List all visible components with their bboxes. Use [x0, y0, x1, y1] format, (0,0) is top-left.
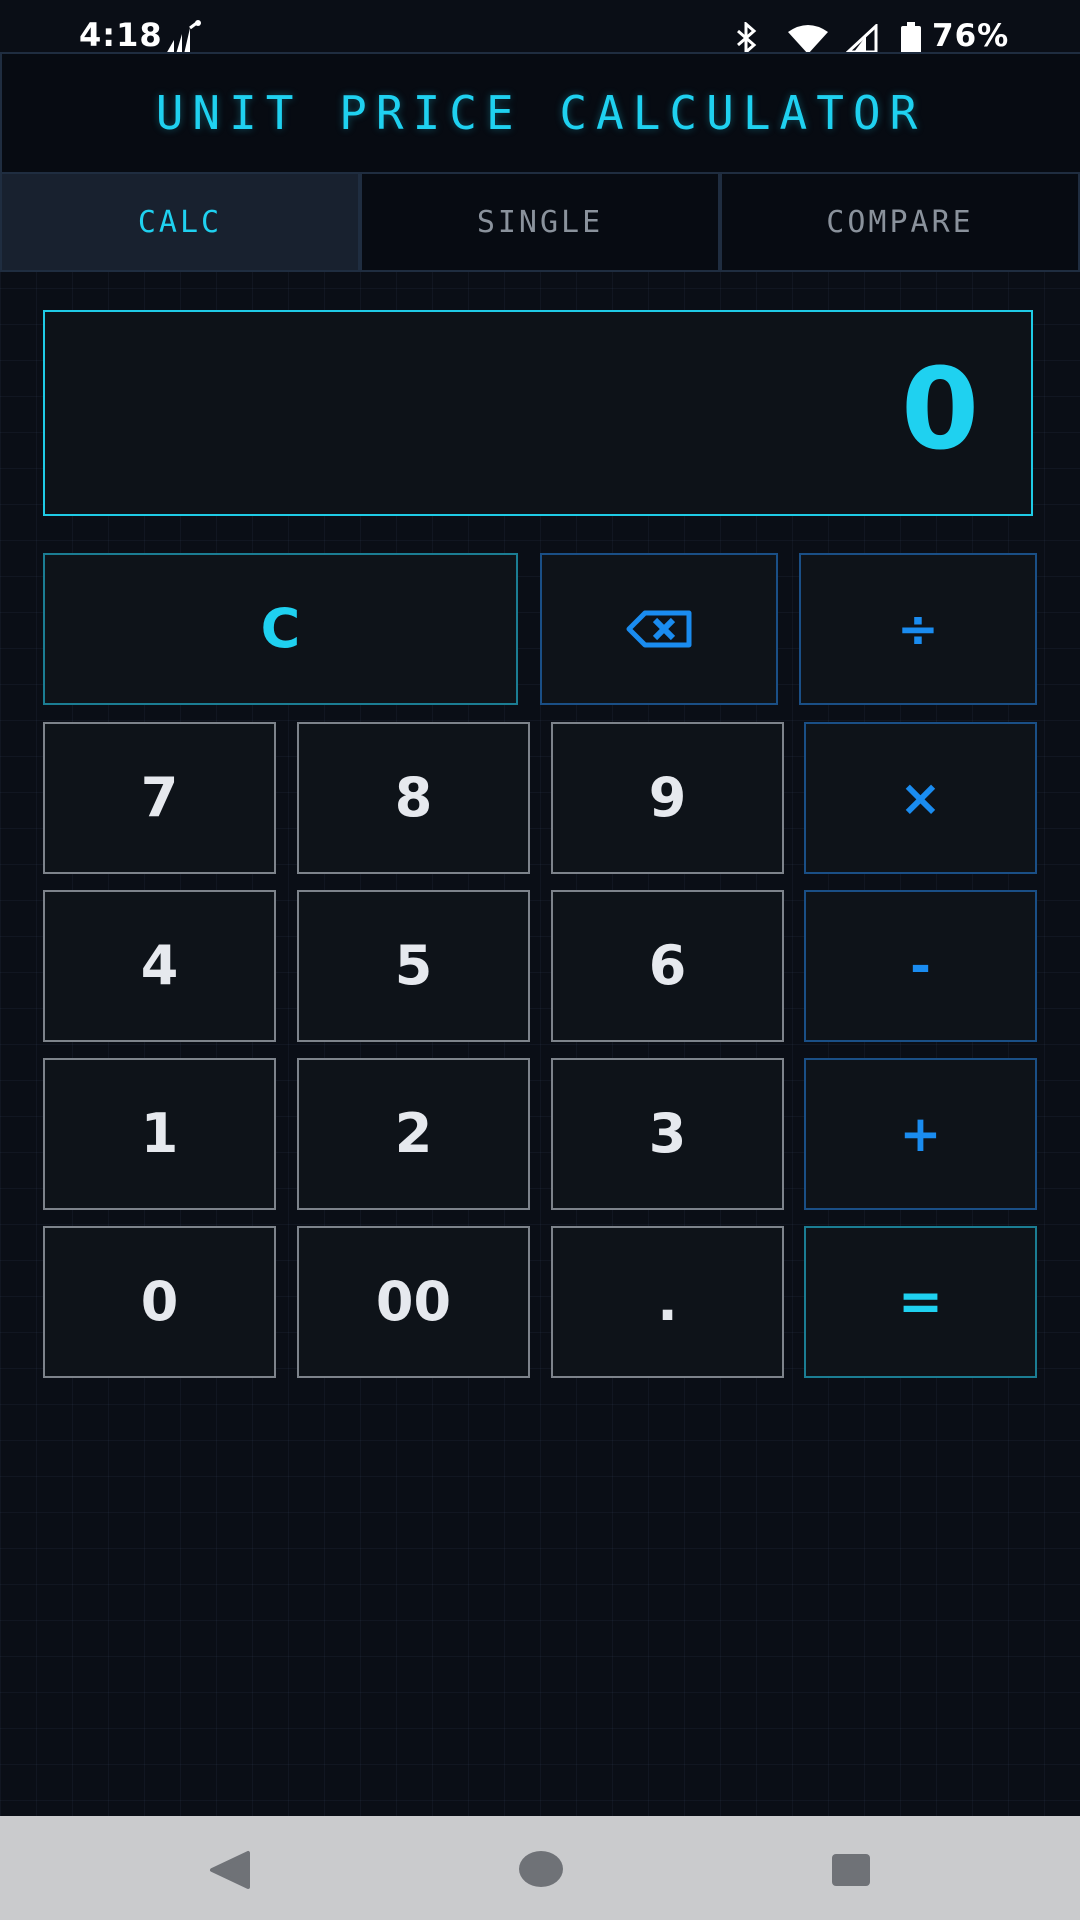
backspace-icon	[626, 610, 692, 648]
tab-bar: CALC SINGLE COMPARE	[0, 172, 1080, 276]
digit-8-label: 8	[394, 766, 433, 829]
back-icon[interactable]	[208, 1850, 252, 1890]
add-label: +	[899, 1105, 942, 1163]
digit-1-button[interactable]: 1	[43, 1058, 276, 1210]
backspace-button[interactable]	[540, 553, 778, 705]
multiply-label: ×	[899, 769, 942, 827]
digit-4-button[interactable]: 4	[43, 890, 276, 1042]
recents-icon[interactable]	[830, 1852, 872, 1888]
status-bar: 4:18 76%	[0, 0, 1080, 55]
digit-6-label: 6	[648, 934, 687, 997]
calculator-display: 0	[43, 310, 1033, 516]
divide-button[interactable]: ÷	[799, 553, 1037, 705]
double-zero-label: 00	[375, 1270, 452, 1333]
multiply-button[interactable]: ×	[804, 722, 1037, 874]
subtract-label: -	[910, 937, 931, 995]
digit-1-label: 1	[140, 1102, 179, 1165]
clear-label: C	[260, 597, 301, 660]
equals-label: =	[897, 1270, 944, 1333]
subtract-button[interactable]: -	[804, 890, 1037, 1042]
digit-9-button[interactable]: 9	[551, 722, 784, 874]
equals-button[interactable]: =	[804, 1226, 1037, 1378]
digit-0-button[interactable]: 0	[43, 1226, 276, 1378]
tab-compare[interactable]: COMPARE	[720, 172, 1080, 272]
digit-3-button[interactable]: 3	[551, 1058, 784, 1210]
status-time: 4:18	[79, 16, 163, 54]
tab-calc[interactable]: CALC	[0, 172, 360, 272]
divide-label: ÷	[897, 600, 939, 658]
digit-4-label: 4	[140, 934, 179, 997]
add-button[interactable]: +	[804, 1058, 1037, 1210]
digit-5-label: 5	[394, 934, 433, 997]
digit-2-label: 2	[394, 1102, 433, 1165]
digit-9-label: 9	[648, 766, 687, 829]
cellular-signal-icon	[846, 24, 878, 54]
digit-7-label: 7	[140, 766, 179, 829]
calculator-screen: 4:18 76% UNIT PRICE CALCULATOR CALC SING…	[0, 0, 1080, 1920]
home-icon[interactable]	[518, 1850, 564, 1888]
decimal-label: .	[657, 1270, 678, 1333]
digit-3-label: 3	[648, 1102, 687, 1165]
battery-percent: 76%	[932, 18, 1010, 54]
bluetooth-icon	[737, 22, 757, 54]
digit-0-label: 0	[140, 1270, 179, 1333]
display-value: 0	[901, 345, 979, 475]
digit-2-button[interactable]: 2	[297, 1058, 530, 1210]
signal-activity-icon	[166, 20, 201, 54]
tab-single[interactable]: SINGLE	[360, 172, 720, 272]
digit-8-button[interactable]: 8	[297, 722, 530, 874]
page-title: UNIT PRICE CALCULATOR	[155, 86, 927, 140]
wifi-icon	[788, 25, 828, 54]
double-zero-button[interactable]: 00	[297, 1226, 530, 1378]
digit-6-button[interactable]: 6	[551, 890, 784, 1042]
digit-7-button[interactable]: 7	[43, 722, 276, 874]
digit-5-button[interactable]: 5	[297, 890, 530, 1042]
decimal-button[interactable]: .	[551, 1226, 784, 1378]
app-header: UNIT PRICE CALCULATOR	[0, 52, 1080, 174]
battery-icon	[901, 22, 921, 55]
clear-button[interactable]: C	[43, 553, 518, 705]
